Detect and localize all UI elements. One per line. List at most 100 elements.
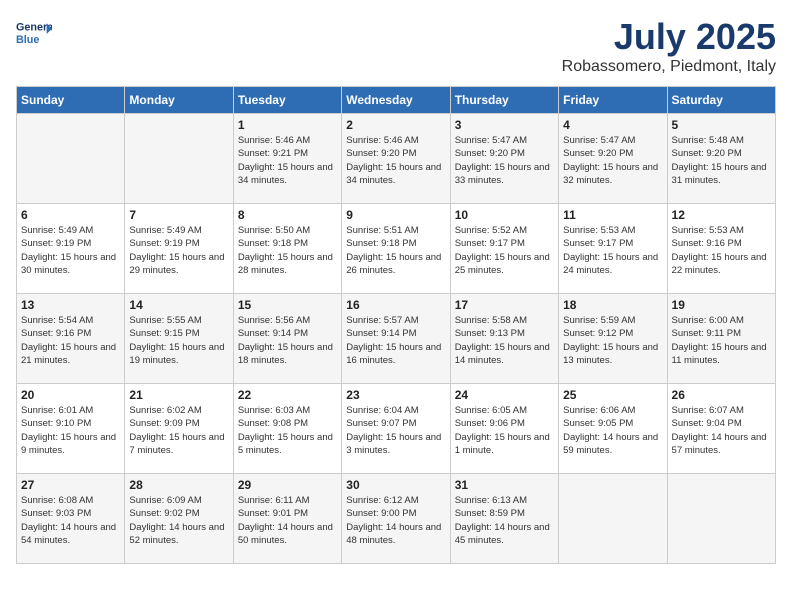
calendar-cell: 8Sunrise: 5:50 AM Sunset: 9:18 PM Daylig…: [233, 204, 341, 294]
calendar-cell: 3 Sunrise: 5:47 AM Sunset: 9:20 PM Daylig…: [450, 114, 558, 204]
day-info: Sunrise: 6:12 AM Sunset: 9:00 PM Dayligh…: [346, 494, 445, 547]
calendar-cell: 26 Sunrise: 6:07 AM Sunset: 9:04 PM Dayli…: [667, 384, 775, 474]
calendar-week-row: 6 Sunrise: 5:49 AM Sunset: 9:19 PM Daylig…: [17, 204, 776, 294]
calendar-cell: 18Sunrise: 5:59 AM Sunset: 9:12 PM Dayli…: [559, 294, 667, 384]
calendar-cell: [17, 114, 125, 204]
calendar-cell: 10 Sunrise: 5:52 AM Sunset: 9:17 PM Dayli…: [450, 204, 558, 294]
day-number: 15: [238, 298, 337, 312]
calendar-cell: 22Sunrise: 6:03 AM Sunset: 9:08 PM Dayli…: [233, 384, 341, 474]
day-number: 24: [455, 388, 554, 402]
day-info: Sunrise: 6:07 AM Sunset: 9:04 PM Dayligh…: [672, 404, 771, 457]
day-number: 19: [672, 298, 771, 312]
day-number: 26: [672, 388, 771, 402]
day-number: 20: [21, 388, 120, 402]
logo: General Blue: [16, 16, 52, 52]
day-number: 9: [346, 208, 445, 222]
day-number: 8: [238, 208, 337, 222]
day-number: 3: [455, 118, 554, 132]
day-info: Sunrise: 6:06 AM Sunset: 9:05 PM Dayligh…: [563, 404, 662, 457]
day-info: Sunrise: 5:48 AM Sunset: 9:20 PM Dayligh…: [672, 134, 771, 187]
calendar-cell: 16 Sunrise: 5:57 AM Sunset: 9:14 PM Dayli…: [342, 294, 450, 384]
day-number: 5: [672, 118, 771, 132]
calendar-cell: 30 Sunrise: 6:12 AM Sunset: 9:00 PM Dayli…: [342, 474, 450, 564]
day-number: 12: [672, 208, 771, 222]
calendar-cell: 4 Sunrise: 5:47 AM Sunset: 9:20 PM Daylig…: [559, 114, 667, 204]
day-number: 29: [238, 478, 337, 492]
day-info: Sunrise: 6:13 AM Sunset: 8:59 PM Dayligh…: [455, 494, 554, 547]
calendar-cell: 7 Sunrise: 5:49 AM Sunset: 9:19 PM Daylig…: [125, 204, 233, 294]
header-cell-friday: Friday: [559, 87, 667, 114]
calendar-table: SundayMondayTuesdayWednesdayThursdayFrid…: [16, 86, 776, 564]
location: Robassomero, Piedmont, Italy: [562, 58, 776, 76]
logo-icon: General Blue: [16, 16, 52, 52]
day-number: 30: [346, 478, 445, 492]
day-info: Sunrise: 5:55 AM Sunset: 9:15 PM Dayligh…: [129, 314, 228, 367]
day-info: Sunrise: 5:57 AM Sunset: 9:14 PM Dayligh…: [346, 314, 445, 367]
header-cell-thursday: Thursday: [450, 87, 558, 114]
calendar-week-row: 20 Sunrise: 6:01 AM Sunset: 9:10 PM Dayli…: [17, 384, 776, 474]
header: General Blue July 2025 Robassomero, Pied…: [16, 16, 776, 76]
day-number: 13: [21, 298, 120, 312]
day-number: 17: [455, 298, 554, 312]
day-info: Sunrise: 6:02 AM Sunset: 9:09 PM Dayligh…: [129, 404, 228, 457]
day-info: Sunrise: 5:51 AM Sunset: 9:18 PM Dayligh…: [346, 224, 445, 277]
calendar-cell: 17 Sunrise: 5:58 AM Sunset: 9:13 PM Dayli…: [450, 294, 558, 384]
day-number: 6: [21, 208, 120, 222]
day-info: Sunrise: 5:59 AM Sunset: 9:12 PM Dayligh…: [563, 314, 662, 367]
day-info: Sunrise: 5:54 AM Sunset: 9:16 PM Dayligh…: [21, 314, 120, 367]
day-info: Sunrise: 5:52 AM Sunset: 9:17 PM Dayligh…: [455, 224, 554, 277]
day-number: 16: [346, 298, 445, 312]
day-info: Sunrise: 6:08 AM Sunset: 9:03 PM Dayligh…: [21, 494, 120, 547]
calendar-cell: [125, 114, 233, 204]
day-number: 1: [238, 118, 337, 132]
calendar-cell: 31Sunrise: 6:13 AM Sunset: 8:59 PM Dayli…: [450, 474, 558, 564]
header-cell-tuesday: Tuesday: [233, 87, 341, 114]
month-year: July 2025: [562, 16, 776, 58]
day-number: 25: [563, 388, 662, 402]
day-number: 10: [455, 208, 554, 222]
day-info: Sunrise: 5:47 AM Sunset: 9:20 PM Dayligh…: [563, 134, 662, 187]
day-number: 22: [238, 388, 337, 402]
day-info: Sunrise: 6:11 AM Sunset: 9:01 PM Dayligh…: [238, 494, 337, 547]
day-info: Sunrise: 5:46 AM Sunset: 9:20 PM Dayligh…: [346, 134, 445, 187]
calendar-cell: [559, 474, 667, 564]
calendar-week-row: 13 Sunrise: 5:54 AM Sunset: 9:16 PM Dayli…: [17, 294, 776, 384]
day-info: Sunrise: 5:53 AM Sunset: 9:17 PM Dayligh…: [563, 224, 662, 277]
day-info: Sunrise: 6:04 AM Sunset: 9:07 PM Dayligh…: [346, 404, 445, 457]
day-info: Sunrise: 6:09 AM Sunset: 9:02 PM Dayligh…: [129, 494, 228, 547]
day-number: 28: [129, 478, 228, 492]
calendar-cell: 15Sunrise: 5:56 AM Sunset: 9:14 PM Dayli…: [233, 294, 341, 384]
day-number: 23: [346, 388, 445, 402]
day-info: Sunrise: 5:46 AM Sunset: 9:21 PM Dayligh…: [238, 134, 337, 187]
calendar-cell: 2 Sunrise: 5:46 AM Sunset: 9:20 PM Daylig…: [342, 114, 450, 204]
header-cell-sunday: Sunday: [17, 87, 125, 114]
day-number: 21: [129, 388, 228, 402]
title-area: July 2025 Robassomero, Piedmont, Italy: [562, 16, 776, 76]
header-cell-monday: Monday: [125, 87, 233, 114]
header-cell-wednesday: Wednesday: [342, 87, 450, 114]
day-number: 7: [129, 208, 228, 222]
day-number: 11: [563, 208, 662, 222]
day-number: 4: [563, 118, 662, 132]
header-cell-saturday: Saturday: [667, 87, 775, 114]
calendar-cell: 6Sunrise: 5:49 AM Sunset: 9:19 PM Daylig…: [17, 204, 125, 294]
day-info: Sunrise: 6:01 AM Sunset: 9:10 PM Dayligh…: [21, 404, 120, 457]
calendar-cell: 27 Sunrise: 6:08 AM Sunset: 9:03 PM Dayli…: [17, 474, 125, 564]
calendar-cell: 13 Sunrise: 5:54 AM Sunset: 9:16 PM Dayli…: [17, 294, 125, 384]
calendar-cell: [667, 474, 775, 564]
day-info: Sunrise: 5:53 AM Sunset: 9:16 PM Dayligh…: [672, 224, 771, 277]
calendar-cell: 21 Sunrise: 6:02 AM Sunset: 9:09 PM Dayli…: [125, 384, 233, 474]
calendar-cell: 19 Sunrise: 6:00 AM Sunset: 9:11 PM Dayli…: [667, 294, 775, 384]
calendar-cell: 25 Sunrise: 6:06 AM Sunset: 9:05 PM Dayli…: [559, 384, 667, 474]
day-info: Sunrise: 6:05 AM Sunset: 9:06 PM Dayligh…: [455, 404, 554, 457]
day-info: Sunrise: 5:58 AM Sunset: 9:13 PM Dayligh…: [455, 314, 554, 367]
day-info: Sunrise: 5:49 AM Sunset: 9:19 PM Dayligh…: [129, 224, 228, 277]
svg-text:Blue: Blue: [16, 34, 39, 46]
calendar-cell: 12 Sunrise: 5:53 AM Sunset: 9:16 PM Dayli…: [667, 204, 775, 294]
day-number: 27: [21, 478, 120, 492]
day-info: Sunrise: 6:00 AM Sunset: 9:11 PM Dayligh…: [672, 314, 771, 367]
calendar-cell: 29 Sunrise: 6:11 AM Sunset: 9:01 PM Dayli…: [233, 474, 341, 564]
day-number: 2: [346, 118, 445, 132]
day-info: Sunrise: 5:47 AM Sunset: 9:20 PM Dayligh…: [455, 134, 554, 187]
calendar-cell: 24 Sunrise: 6:05 AM Sunset: 9:06 PM Dayli…: [450, 384, 558, 474]
